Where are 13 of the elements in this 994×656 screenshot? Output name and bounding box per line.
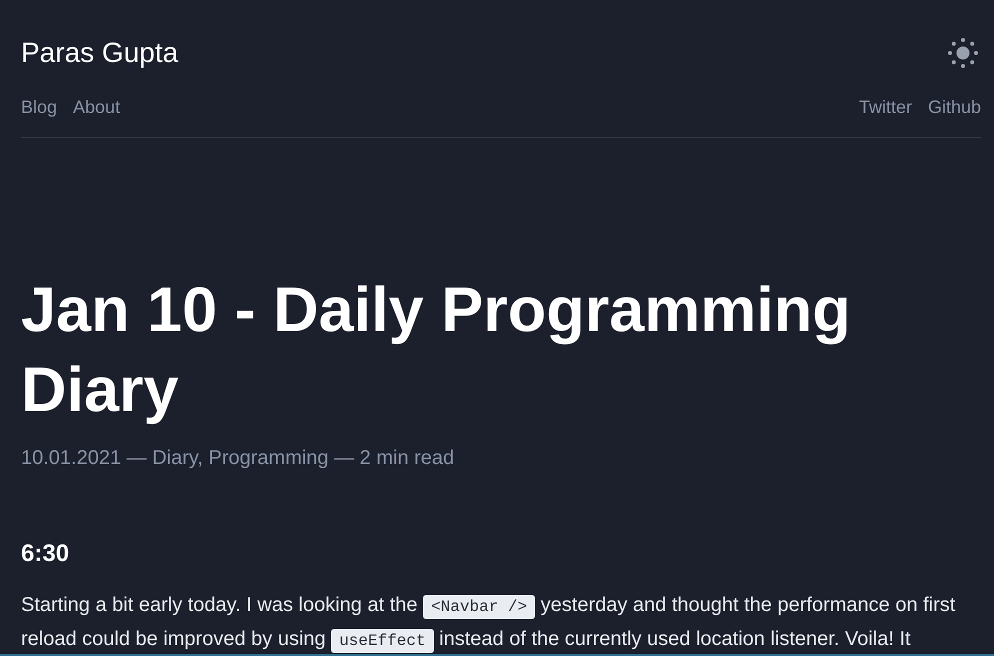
site-title[interactable]: Paras Gupta (21, 35, 178, 71)
nav-link[interactable]: Blog (21, 93, 58, 121)
nav-link[interactable]: Github (928, 93, 981, 121)
post-title: Jan 10 - Daily Programming Diary (21, 274, 852, 427)
inline-code: useEffect (331, 629, 434, 653)
sun-icon (947, 37, 979, 69)
post-meta: 10.01.2021 — Diary, Programming — 2 min read (21, 446, 456, 471)
nav-link[interactable]: Twitter (858, 93, 912, 121)
inline-code: <Navbar /> (423, 595, 536, 619)
nav-link[interactable]: About (73, 93, 120, 121)
paragraph: Starting a bit early today. I was looking at the <Navbar /> yesterday and thought the performance on first reload could be improved by using useEffect instead of the currently used location listener. Voila! It (21, 589, 981, 654)
theme-toggle-button[interactable] (947, 37, 979, 69)
section-heading: 6:30 (21, 539, 70, 569)
